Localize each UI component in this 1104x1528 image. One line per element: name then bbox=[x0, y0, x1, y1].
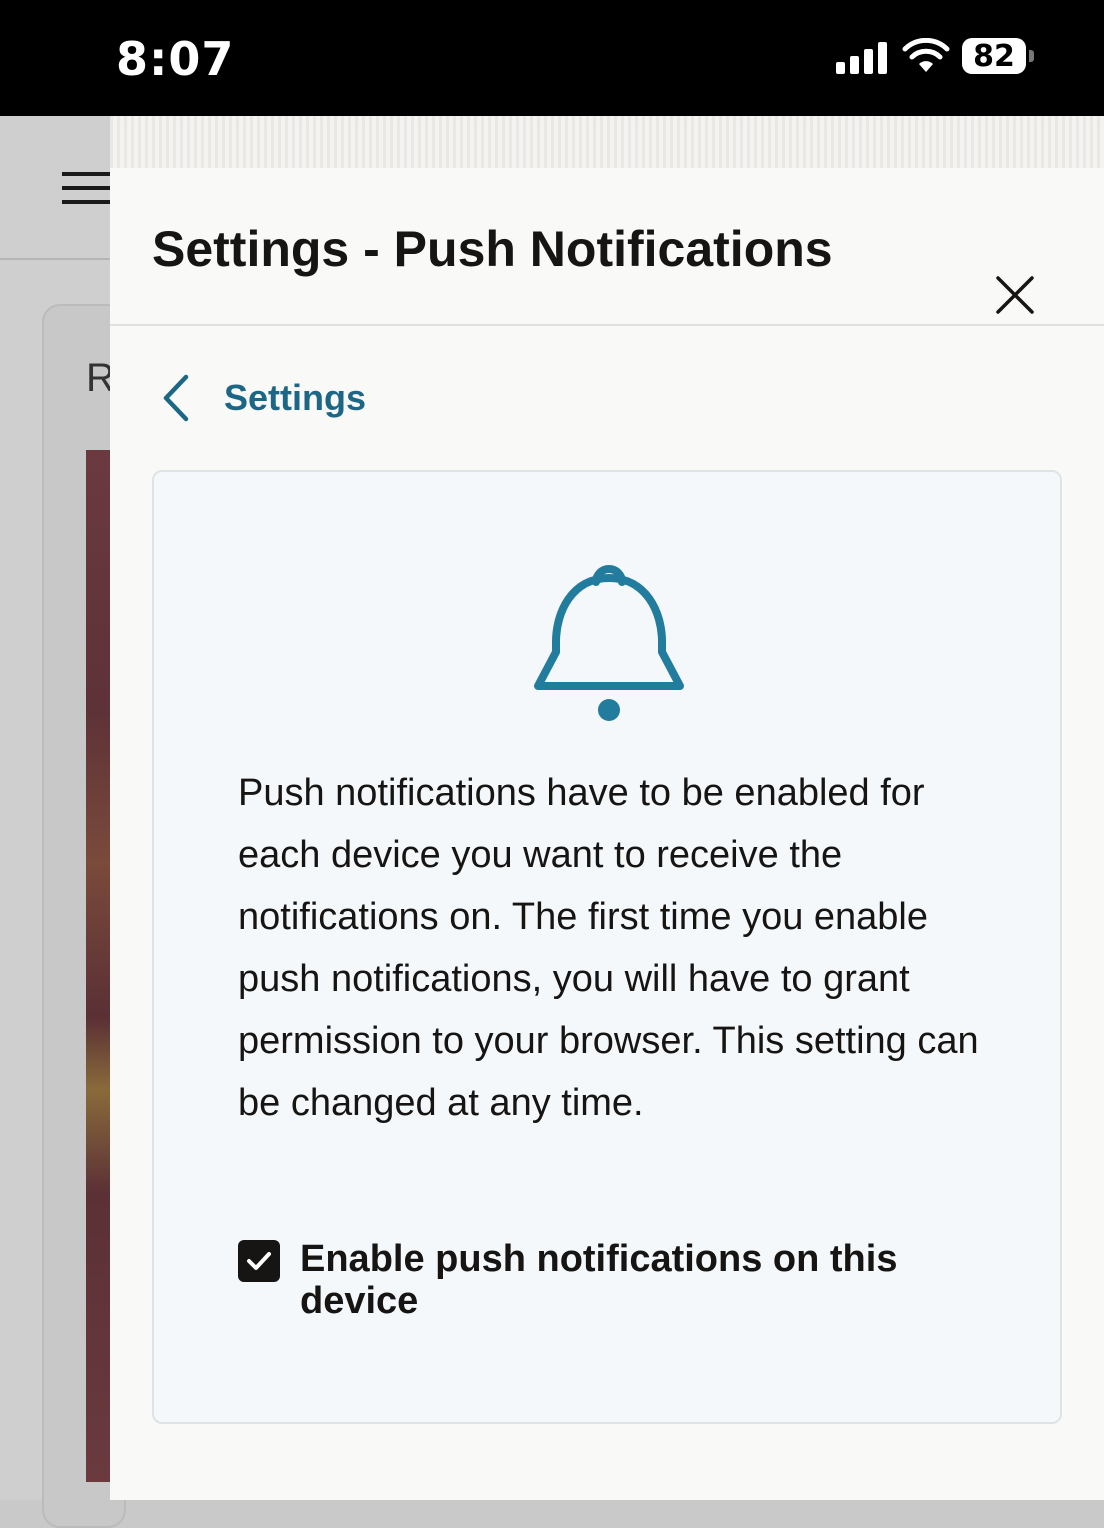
header-texture bbox=[110, 116, 1104, 168]
enable-push-notifications-checkbox[interactable]: Enable push notifications on this device bbox=[238, 1238, 998, 1322]
push-notification-description: Push notifications have to be enabled fo… bbox=[238, 772, 979, 1124]
background-divider bbox=[0, 258, 110, 260]
battery-level: 82 bbox=[962, 38, 1026, 74]
battery-icon: 82 bbox=[962, 38, 1034, 76]
back-to-settings-link[interactable]: Settings bbox=[158, 368, 366, 428]
page-title: Settings - Push Notifications bbox=[152, 221, 833, 277]
settings-panel: Settings - Push Notifications Settings P… bbox=[110, 116, 1104, 1500]
bell-icon bbox=[534, 565, 684, 721]
push-notification-card: Push notifications have to be enabled fo… bbox=[152, 470, 1062, 1424]
signal-icon bbox=[836, 42, 887, 74]
chevron-left-icon bbox=[163, 374, 189, 422]
battery-tip bbox=[1029, 50, 1034, 62]
background-image bbox=[86, 450, 110, 1482]
status-bar: 8:07 82 bbox=[0, 0, 1104, 116]
background-app: R bbox=[0, 116, 126, 1528]
back-link-label: Settings bbox=[224, 377, 367, 418]
wifi-icon bbox=[902, 38, 950, 72]
panel-header: Settings - Push Notifications bbox=[110, 168, 1104, 326]
status-time: 8:07 bbox=[116, 32, 235, 86]
checkbox-label: Enable push notifications on this device bbox=[300, 1238, 898, 1322]
hamburger-menu-icon[interactable] bbox=[62, 172, 110, 208]
checkbox-checked-icon[interactable] bbox=[238, 1240, 280, 1282]
close-icon[interactable] bbox=[990, 270, 1040, 320]
